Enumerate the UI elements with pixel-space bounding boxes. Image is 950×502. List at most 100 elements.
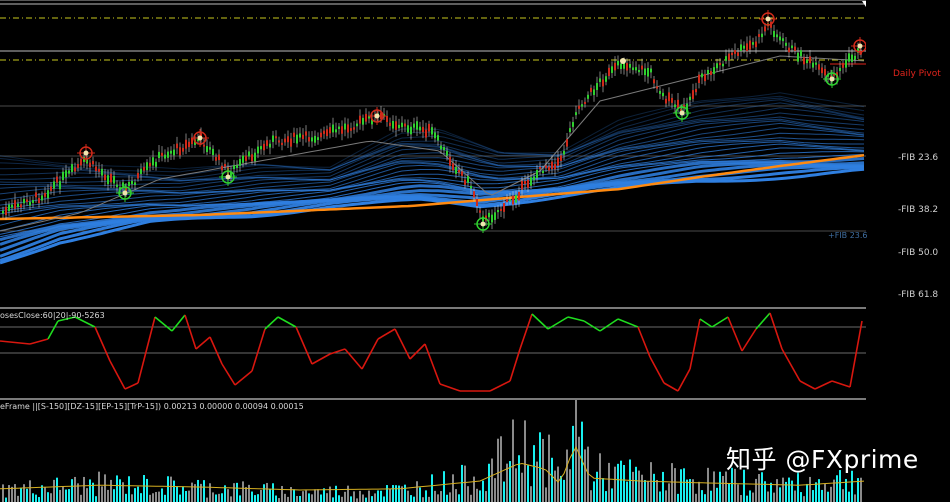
candle-body xyxy=(734,50,736,54)
candle-body xyxy=(428,123,430,132)
volume-bar xyxy=(353,491,355,502)
candle-body xyxy=(98,168,100,172)
volume-bar xyxy=(221,493,223,502)
candle-body xyxy=(542,170,544,174)
candle-body xyxy=(455,166,457,174)
buy-fractal-marker-dot xyxy=(829,76,835,82)
candle-body xyxy=(407,125,409,133)
candle-body xyxy=(641,65,643,70)
volume-bar xyxy=(662,471,664,502)
candle-body xyxy=(74,167,76,172)
candle-body xyxy=(575,112,577,116)
candle-body xyxy=(20,204,22,208)
candle-body xyxy=(317,137,319,141)
candle-body xyxy=(149,162,151,167)
volume-bar xyxy=(770,482,772,502)
sell-fractal-marker-dot xyxy=(765,16,771,22)
volume-bar xyxy=(500,436,502,502)
candle-body xyxy=(128,181,130,187)
candle-body xyxy=(278,140,280,143)
volume-bar xyxy=(794,490,796,502)
candle-body xyxy=(533,176,535,181)
candle-body xyxy=(797,52,799,62)
volume-bar xyxy=(23,484,25,502)
oscillator-pane[interactable] xyxy=(0,307,866,397)
volume-bar xyxy=(218,493,220,502)
candle-body xyxy=(752,42,754,45)
candle-body xyxy=(662,92,664,97)
candle-body xyxy=(170,150,172,154)
volume-bar xyxy=(236,482,238,502)
volume-bar xyxy=(197,479,199,502)
candle-body xyxy=(236,165,238,168)
candle-body xyxy=(155,161,157,167)
oscillator-canvas[interactable] xyxy=(0,309,866,397)
candle-body xyxy=(563,150,565,155)
volume-bar xyxy=(371,496,373,502)
volume-bar xyxy=(680,469,682,502)
candle-body xyxy=(92,160,94,165)
volume-bar xyxy=(131,494,133,502)
volume-bar xyxy=(107,489,109,502)
candle-body xyxy=(404,123,406,127)
price-chart-canvas[interactable] xyxy=(0,1,866,306)
candle-body xyxy=(191,138,193,145)
volume-bar xyxy=(503,481,505,502)
volume-bar xyxy=(446,494,448,502)
candle-body xyxy=(254,152,256,162)
candle-body xyxy=(779,36,781,41)
candle-body xyxy=(8,204,10,212)
candle-body xyxy=(635,67,637,71)
volume-bar xyxy=(578,436,580,502)
oscillator-segment xyxy=(509,348,521,382)
candle-body xyxy=(53,181,55,189)
candle-body xyxy=(320,132,322,138)
oscillator-segment xyxy=(409,343,426,360)
volume-bar xyxy=(116,475,118,502)
candle-body xyxy=(668,92,670,102)
volume-bar xyxy=(104,474,106,502)
candle-body xyxy=(491,214,493,223)
candle-body xyxy=(527,179,529,188)
volume-bar xyxy=(149,494,151,502)
oscillator-segment xyxy=(171,314,186,332)
volume-bar xyxy=(383,496,385,502)
candle-body xyxy=(740,44,742,52)
candle-body xyxy=(362,117,364,125)
oscillator-segment xyxy=(849,320,863,388)
candle-body xyxy=(650,68,652,73)
oscillator-segment xyxy=(295,326,313,365)
volume-bar xyxy=(407,490,409,502)
candle-body xyxy=(59,181,61,190)
candle-body xyxy=(572,122,574,127)
candle-body xyxy=(548,166,550,171)
volume-bar xyxy=(803,496,805,502)
volume-bar xyxy=(320,494,322,502)
candle-body xyxy=(614,62,616,71)
candle-body xyxy=(161,152,163,156)
candle-body xyxy=(221,165,223,171)
volume-bar xyxy=(572,425,574,502)
volume-bar xyxy=(32,493,34,502)
volume-bar xyxy=(29,480,31,502)
oscillator-segment xyxy=(221,363,236,386)
candle-body xyxy=(209,147,211,150)
candle-body xyxy=(518,191,520,201)
volume-bar xyxy=(479,490,481,502)
volume-bar xyxy=(431,474,433,502)
candle-body xyxy=(272,135,274,142)
candle-body xyxy=(569,128,571,133)
candle-body xyxy=(251,154,253,162)
candle-body xyxy=(392,120,394,129)
oscillator-segment xyxy=(94,326,111,362)
candle-body xyxy=(584,101,586,105)
candle-body xyxy=(587,94,589,99)
volume-bar xyxy=(368,490,370,502)
candle-body xyxy=(356,123,358,127)
price-chart-pane[interactable] xyxy=(0,0,866,306)
volume-bar xyxy=(272,483,274,502)
candle-body xyxy=(284,138,286,143)
candle-body xyxy=(164,154,166,159)
candle-body xyxy=(248,151,250,157)
oscillator-segment xyxy=(677,368,691,392)
